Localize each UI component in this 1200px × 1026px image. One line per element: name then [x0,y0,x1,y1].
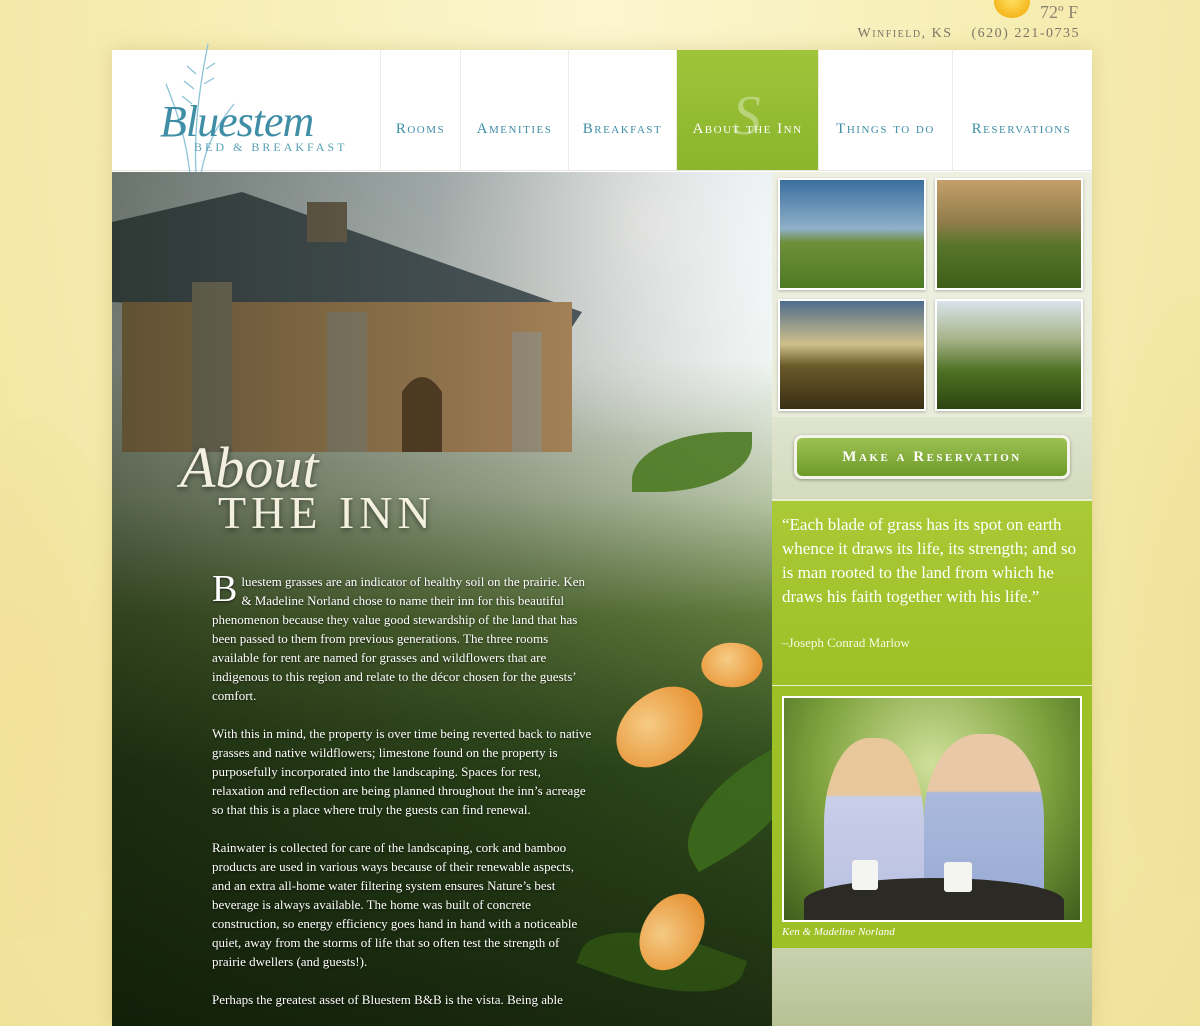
quote-author: –Joseph Conrad Marlow [782,635,910,650]
coffee-mug [944,862,972,892]
make-reservation-button[interactable]: Make a Reservation [794,435,1070,479]
nav-label: Amenities [476,121,553,137]
owners-box: Ken & Madeline Norland [772,686,1092,948]
contact-info: Winfield, KS (620) 221-0735 [844,26,1081,42]
city: Winfield, KS [857,26,953,41]
paragraph: With this in mind, the property is over … [212,726,592,817]
site-header: Bluestem BED & BREAKFAST Rooms Amenities… [112,44,1092,174]
sidebar-footer-image [772,948,1092,1026]
hero-title-caps: THE INN [218,487,436,538]
table-surface [804,878,1064,920]
nav-label: About the Inn [692,121,803,137]
photo-thumbnail[interactable] [778,178,926,290]
nav-item-amenities[interactable]: Amenities [460,50,568,170]
quote-text: “Each blade of grass has its spot on ear… [782,515,1077,606]
photo-thumbnail[interactable] [778,299,926,411]
main-nav: Rooms Amenities Breakfast S About the In… [380,50,1090,170]
nav-item-rooms[interactable]: Rooms [380,50,460,170]
sidebar: Make a Reservation “Each blade of grass … [772,172,1092,1026]
nav-label: Breakfast [582,121,663,137]
owners-photo [782,696,1082,922]
coffee-mug [852,860,878,890]
paragraph: Rainwater is collected for care of the l… [212,840,578,969]
temperature: 72º F [1040,2,1079,22]
nav-item-things-to-do[interactable]: Things to do [818,50,952,170]
swirl-icon: S [732,85,763,147]
dropcap: B [212,568,238,610]
hero-photo-panel: About THE INN Bluestem grasses are an in… [112,172,772,1026]
nav-item-reservations[interactable]: Reservations [952,50,1090,170]
nav-label: Rooms [395,121,446,137]
background-decoration [1100,300,1200,900]
nav-label: Things to do [836,121,935,137]
paragraph: Perhaps the greatest asset of Bluestem B… [212,992,563,1007]
logo-subtitle: BED & BREAKFAST [194,140,348,154]
about-body-text: Bluestem grasses are an indicator of hea… [212,568,592,1026]
site-logo[interactable]: Bluestem BED & BREAKFAST [134,44,384,174]
photo-thumbnail[interactable] [935,178,1083,290]
owners-caption: Ken & Madeline Norland [782,926,895,938]
nav-item-breakfast[interactable]: Breakfast [568,50,676,170]
reservation-zone: Make a Reservation [772,417,1092,499]
nav-label: Reservations [971,121,1072,137]
page-container: Bluestem BED & BREAKFAST Rooms Amenities… [112,44,1092,1026]
phone[interactable]: (620) 221-0735 [972,26,1081,41]
paragraph: Bluestem grasses are an indicator of hea… [212,568,592,705]
sun-icon [994,0,1030,18]
photo-thumbnail[interactable] [935,299,1083,411]
nav-item-about-the-inn[interactable]: S About the Inn [676,50,818,170]
paragraph-text: luestem grasses are an indicator of heal… [212,574,586,703]
quote-box: “Each blade of grass has its spot on ear… [772,500,1092,686]
